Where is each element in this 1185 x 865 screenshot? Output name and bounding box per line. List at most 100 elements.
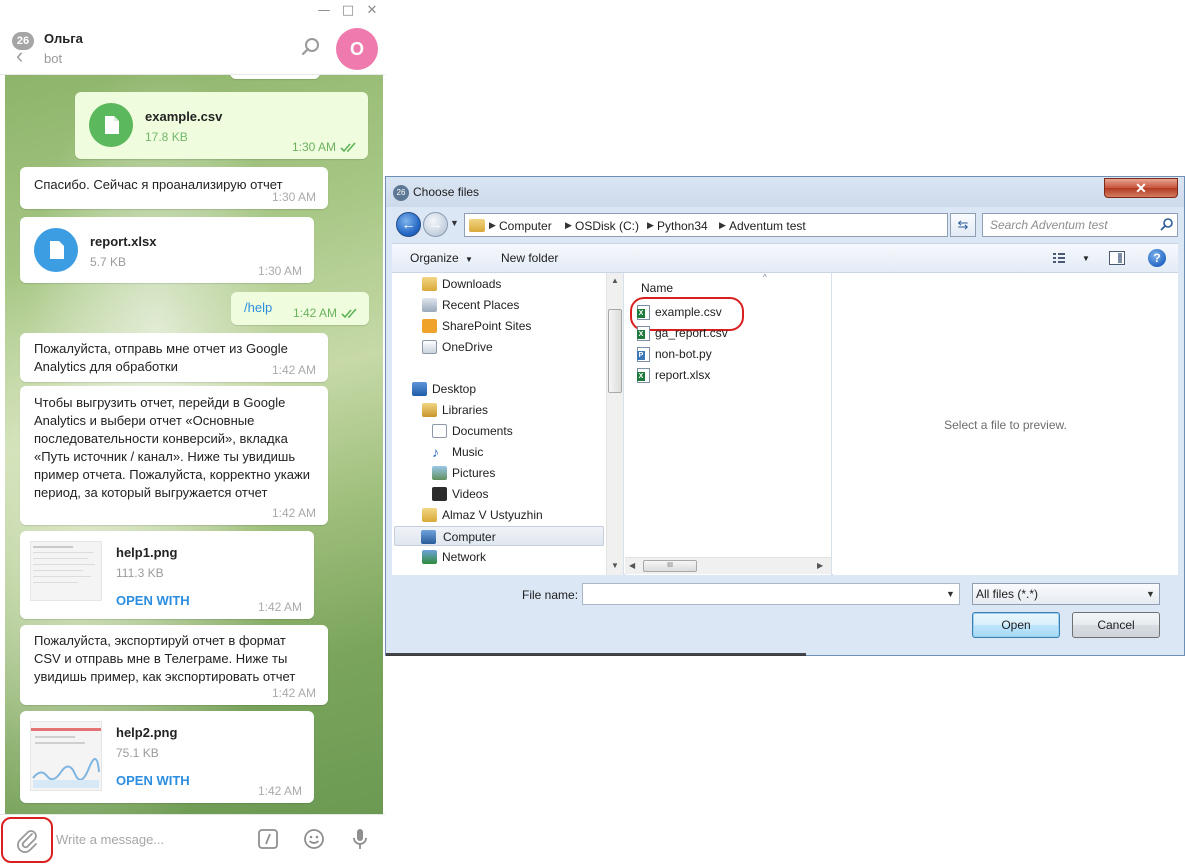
- back-nav-button[interactable]: ←: [396, 212, 421, 237]
- minimize-button[interactable]: —: [313, 2, 335, 20]
- message-command[interactable]: /help 1:42 AM: [231, 292, 369, 325]
- scroll-left-icon[interactable]: ◀: [629, 561, 635, 570]
- organize-menu[interactable]: Organize: [410, 251, 459, 265]
- breadcrumb-python34[interactable]: Python34: [657, 219, 708, 233]
- message-text[interactable]: Чтобы выгрузить отчет, перейди в Google …: [20, 386, 328, 525]
- open-with-link[interactable]: OPEN WITH: [116, 773, 190, 788]
- search-input[interactable]: [982, 213, 1178, 237]
- chevron-right-icon[interactable]: ▶: [565, 220, 572, 231]
- history-dropdown-icon[interactable]: ▼: [450, 218, 459, 228]
- nav-item-onedrive[interactable]: OneDrive: [420, 337, 493, 357]
- chevron-down-icon[interactable]: ▼: [1082, 254, 1090, 263]
- file-icon[interactable]: [89, 103, 133, 147]
- message-time: 1:30 AM: [271, 190, 316, 204]
- breadcrumb-osdisk[interactable]: OSDisk (C:): [575, 219, 639, 233]
- microphone-icon[interactable]: [348, 827, 372, 851]
- file-name: report.xlsx: [90, 234, 157, 249]
- nav-item-user[interactable]: Almaz V Ustyuzhin: [420, 505, 543, 525]
- close-window-button[interactable]: ✕: [361, 2, 383, 20]
- search-icon[interactable]: [1160, 217, 1174, 231]
- bot-commands-icon[interactable]: [256, 827, 280, 851]
- message-text[interactable]: Пожалуйста, отправь мне отчет из Google …: [20, 333, 328, 382]
- nav-item-music[interactable]: ♪ Music: [430, 442, 483, 462]
- message-time: 1:42 AM: [292, 306, 337, 320]
- chevron-right-icon[interactable]: ▶: [719, 220, 726, 231]
- nav-item-desktop[interactable]: Desktop: [410, 379, 476, 399]
- message-file-report-xlsx[interactable]: report.xlsx 5.7 KB 1:30 AM: [20, 217, 314, 283]
- file-type-filter[interactable]: All files (*.*): [972, 583, 1160, 605]
- message-text[interactable]: Спасибо. Сейчас я проанализирую отчет 1:…: [20, 167, 328, 209]
- close-dialog-button[interactable]: ✕: [1104, 178, 1178, 198]
- file-item-report-xlsx[interactable]: Xreport.xlsx: [633, 365, 710, 385]
- documents-icon: [432, 424, 447, 438]
- address-bar[interactable]: ▶ Computer ▶ OSDisk (C:) ▶ Python34 ▶ Ad…: [464, 213, 1008, 237]
- message-file-example-csv[interactable]: example.csv 17.8 KB 1:30 AM: [75, 92, 368, 159]
- chat-title[interactable]: Ольга: [44, 31, 83, 46]
- message-text[interactable]: Пожалуйста, экспортируй отчет в формат C…: [20, 625, 328, 705]
- view-options-icon[interactable]: [1052, 251, 1066, 265]
- navigation-pane[interactable]: Downloads Recent Places SharePoint Sites…: [392, 273, 624, 575]
- music-icon: ♪: [432, 444, 439, 460]
- nav-label: SharePoint Sites: [442, 319, 532, 333]
- forward-nav-button[interactable]: →: [423, 212, 448, 237]
- file-item-label: non-bot.py: [655, 347, 712, 361]
- file-name-label: File name:: [522, 588, 579, 602]
- breadcrumb-adventum-test[interactable]: Adventum test: [729, 219, 806, 233]
- open-with-link[interactable]: OPEN WITH: [116, 593, 190, 608]
- emoji-icon[interactable]: [302, 827, 326, 851]
- new-folder-button[interactable]: New folder: [501, 251, 558, 265]
- nav-item-recent-places[interactable]: Recent Places: [420, 295, 519, 315]
- image-thumbnail[interactable]: [30, 721, 102, 791]
- file-item-example-csv[interactable]: Xexample.csv: [633, 302, 722, 322]
- refresh-icon[interactable]: ⇆: [950, 213, 976, 237]
- file-item-ga-report-csv[interactable]: Xga_report.csv: [633, 323, 728, 343]
- scroll-up-icon[interactable]: ▲: [611, 276, 619, 285]
- chat-history[interactable]: example.csv 17.8 KB 1:30 AM Спасибо. Сей…: [5, 75, 383, 814]
- help-icon[interactable]: ?: [1148, 249, 1166, 267]
- attach-button[interactable]: [0, 815, 54, 865]
- choose-files-dialog: 26 Choose files ✕ ← → ▼ ▶ Computer ▶ OSD…: [385, 176, 1185, 656]
- column-header-name[interactable]: Name: [641, 281, 673, 295]
- message-time: 1:42 AM: [257, 600, 302, 614]
- file-name-dropdown-icon[interactable]: ▼: [946, 589, 955, 599]
- nav-item-libraries[interactable]: Libraries: [420, 400, 488, 420]
- back-button[interactable]: ‹ 26: [12, 32, 38, 67]
- preview-pane-icon[interactable]: [1109, 251, 1125, 265]
- nav-scrollbar[interactable]: ▲ ▼: [606, 273, 623, 575]
- file-size: 17.8 KB: [145, 130, 188, 144]
- file-size: 75.1 KB: [116, 746, 159, 760]
- avatar[interactable]: О: [336, 28, 378, 70]
- file-name: help2.png: [116, 725, 178, 740]
- scroll-right-icon[interactable]: ▶: [817, 561, 823, 570]
- nav-item-sharepoint[interactable]: SharePoint Sites: [420, 316, 531, 336]
- file-icon[interactable]: [34, 228, 78, 272]
- open-button[interactable]: Open: [972, 612, 1060, 638]
- message-file-help1-png[interactable]: help1.png 111.3 KB OPEN WITH 1:42 AM: [20, 531, 314, 619]
- chevron-down-icon[interactable]: ▼: [465, 255, 473, 264]
- chat-subtitle: bot: [44, 51, 63, 66]
- nav-item-network[interactable]: Network: [420, 547, 486, 567]
- search-icon[interactable]: [300, 36, 322, 58]
- scroll-thumb[interactable]: [608, 309, 622, 393]
- image-thumbnail[interactable]: [30, 541, 102, 601]
- file-size: 111.3 KB: [116, 566, 164, 580]
- message-input[interactable]: [56, 827, 246, 851]
- breadcrumb-computer[interactable]: Computer: [499, 219, 552, 233]
- chevron-right-icon[interactable]: ▶: [647, 220, 654, 231]
- horizontal-scrollbar[interactable]: ◀ III ▶: [625, 557, 831, 574]
- scroll-down-icon[interactable]: ▼: [611, 561, 619, 570]
- message-file-help2-png[interactable]: help2.png 75.1 KB OPEN WITH 1:42 AM: [20, 711, 314, 803]
- file-item-non-bot-py[interactable]: Pnon-bot.py: [633, 344, 712, 364]
- cancel-button[interactable]: Cancel: [1072, 612, 1160, 638]
- nav-item-downloads[interactable]: Downloads: [420, 274, 501, 294]
- scroll-thumb[interactable]: III: [643, 560, 697, 572]
- file-name-field[interactable]: [582, 583, 960, 605]
- maximize-button[interactable]: □: [337, 2, 359, 20]
- chevron-down-icon[interactable]: ▼: [1146, 589, 1155, 599]
- chevron-right-icon[interactable]: ▶: [489, 220, 496, 231]
- nav-item-documents[interactable]: Documents: [430, 421, 513, 441]
- nav-item-pictures[interactable]: Pictures: [430, 463, 495, 483]
- nav-item-computer[interactable]: Computer: [394, 526, 604, 546]
- file-list[interactable]: ^ Name Xexample.csv Xga_report.csv Pnon-…: [625, 273, 832, 575]
- nav-item-videos[interactable]: Videos: [430, 484, 488, 504]
